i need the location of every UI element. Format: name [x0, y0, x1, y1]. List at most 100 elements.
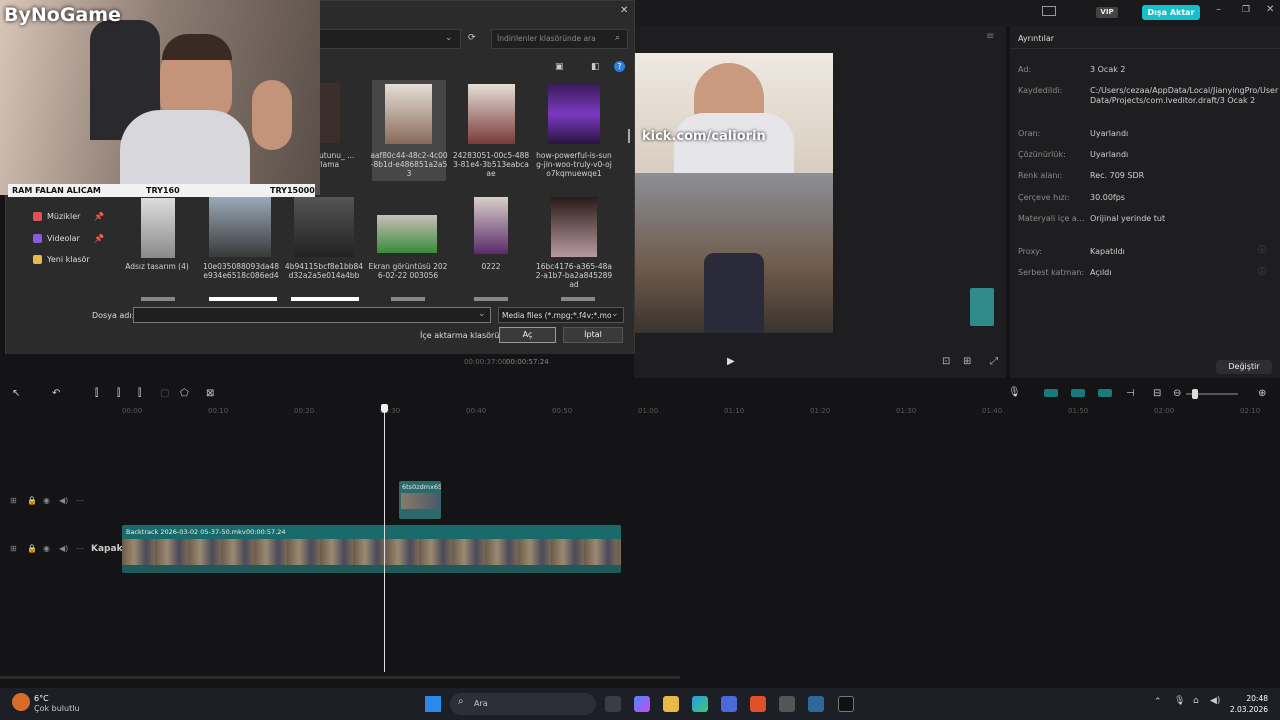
microphone-icon[interactable]: 🎙	[1008, 387, 1021, 398]
file-thumbnail[interactable]	[548, 84, 600, 144]
taskbar-search[interactable]: ⌕ Ara	[450, 693, 596, 715]
info-icon[interactable]: ⓘ	[1258, 266, 1266, 277]
file-explorer-icon[interactable]	[663, 696, 679, 712]
lock-icon[interactable]: 🔒	[27, 496, 37, 505]
nav-music[interactable]: Müzikler	[47, 212, 80, 221]
more-icon[interactable]: ⋯	[76, 544, 84, 553]
file-thumbnail[interactable]	[141, 198, 175, 258]
caption-icon[interactable]: ⊟	[1153, 388, 1161, 399]
app-icon[interactable]	[779, 696, 795, 712]
volume-icon[interactable]: ◀)	[1210, 696, 1220, 706]
overlay-clip[interactable]: 6ts0zdmx65	[399, 481, 441, 519]
weather-desc[interactable]: Çok bulutlu	[34, 704, 80, 713]
tray-chevron-icon[interactable]: ⌃	[1154, 697, 1162, 707]
maximize-icon[interactable]: ❐	[1242, 5, 1250, 15]
clock-time[interactable]: 20:48	[1228, 694, 1268, 703]
export-button[interactable]: Dışa Aktar	[1142, 5, 1200, 20]
cover-label[interactable]: Kapak	[91, 544, 123, 554]
fullscreen-icon[interactable]: ⤢	[990, 356, 998, 367]
file-thumbnail[interactable]	[551, 197, 597, 257]
chevron-down-icon[interactable]: ⌄	[611, 309, 619, 319]
playhead[interactable]	[384, 406, 386, 672]
zoom-in-icon[interactable]: ⊕	[1258, 388, 1266, 399]
mic-tray-icon[interactable]: 🎙	[1174, 696, 1185, 706]
track-add-icon[interactable]: ⊞	[10, 496, 17, 505]
track-add-icon[interactable]: ⊞	[10, 544, 17, 553]
lock-icon[interactable]: 🔒	[27, 544, 37, 553]
close-icon[interactable]: ✕	[1266, 4, 1274, 15]
cancel-button[interactable]: İptal	[563, 327, 623, 343]
eye-icon[interactable]: ◉	[43, 544, 50, 553]
scrollbar[interactable]	[628, 129, 630, 143]
menu-icon[interactable]: ≡	[986, 31, 994, 42]
network-icon[interactable]: ⌂	[1193, 696, 1199, 706]
preview-video[interactable]: kick.com/caliorin	[634, 53, 833, 333]
chevron-down-icon[interactable]: ⌄	[445, 33, 453, 43]
brave-icon[interactable]	[750, 696, 766, 712]
view-icon[interactable]: ▣	[555, 62, 564, 72]
delete-icon[interactable]: ▢	[160, 388, 169, 399]
undo-icon[interactable]: ↶	[52, 388, 60, 399]
weather-temp[interactable]: 6°C	[34, 694, 49, 703]
select-tool-icon[interactable]: ↖	[12, 388, 20, 399]
path-box[interactable]: ⌄	[316, 29, 461, 49]
search-icon[interactable]: ⌕	[615, 33, 620, 43]
nav-new-folder[interactable]: Yeni klasör	[47, 255, 90, 264]
split-icon[interactable]: ⫿	[95, 388, 98, 399]
weather-icon[interactable]	[12, 693, 30, 711]
search-box[interactable]: İndirilenler klasöründe ara ⌕	[491, 29, 628, 49]
copilot-icon[interactable]	[634, 696, 650, 712]
minimize-icon[interactable]: –	[1216, 4, 1221, 15]
file-thumbnail[interactable]	[294, 197, 354, 257]
play-icon[interactable]: ▶	[727, 356, 735, 367]
magnet-icon[interactable]	[1044, 389, 1058, 397]
nav-videos[interactable]: Videolar	[47, 234, 80, 243]
filename-input[interactable]: ⌄	[133, 307, 491, 323]
split-right-icon[interactable]: ⫿	[138, 388, 141, 399]
filetype-value: Media files (*.mpg;*.f4v;*.mov;	[502, 311, 619, 320]
vip-badge[interactable]: VIP	[1096, 7, 1118, 18]
open-button[interactable]: Aç	[499, 327, 556, 343]
audio-icon[interactable]: ◀)	[59, 496, 68, 505]
edge-icon[interactable]	[692, 696, 708, 712]
chevron-down-icon[interactable]: ⌄	[478, 309, 486, 319]
windows-start-icon[interactable]	[425, 696, 441, 712]
file-name: aaf80c44-48c2-4c00-8b1d-e486851a2a53	[370, 151, 448, 178]
info-icon[interactable]: ⓘ	[1258, 244, 1266, 255]
close-icon[interactable]: ✕	[620, 5, 628, 16]
split-left-icon[interactable]: ⫿	[117, 388, 120, 399]
scroll-handle[interactable]	[970, 288, 994, 326]
capcut-icon[interactable]	[838, 696, 854, 712]
ratio-icon[interactable]: ⊞	[963, 356, 971, 367]
fit-icon[interactable]: ⊡	[942, 356, 950, 367]
preview-axis-icon[interactable]	[1098, 389, 1112, 397]
more-icon[interactable]: ⋯	[76, 496, 84, 505]
audio-icon[interactable]: ◀)	[59, 544, 68, 553]
file-thumbnail[interactable]	[377, 215, 437, 253]
help-icon[interactable]: ?	[614, 61, 625, 72]
zoom-out-icon[interactable]: ⊖	[1173, 388, 1181, 399]
import-folder-label[interactable]: İçe aktarma klasörü	[420, 331, 499, 340]
file-thumbnail[interactable]	[209, 197, 271, 257]
store-icon[interactable]	[721, 696, 737, 712]
ticker-price: TRY160	[146, 186, 180, 195]
file-thumbnail[interactable]	[385, 84, 432, 144]
main-video-clip[interactable]: Backtrack 2026-03-02 05-37-50.mkv 00:00:…	[122, 525, 621, 573]
eye-icon[interactable]: ◉	[43, 496, 50, 505]
task-view-icon[interactable]	[605, 696, 621, 712]
crop-icon[interactable]: ⊠	[206, 388, 214, 399]
clock-date[interactable]: 2.03.2026	[1222, 705, 1268, 714]
marker-icon[interactable]: ⬠	[180, 388, 189, 399]
refresh-icon[interactable]: ⟳	[468, 33, 476, 43]
filetype-select[interactable]: Media files (*.mpg;*.f4v;*.mov; ⌄	[498, 307, 624, 323]
layout-icon[interactable]	[1042, 6, 1056, 16]
file-thumbnail[interactable]	[468, 84, 515, 144]
link-icon[interactable]	[1071, 389, 1085, 397]
align-icon[interactable]: ⊣	[1126, 388, 1135, 399]
preview-pane-icon[interactable]: ◧	[591, 62, 600, 72]
change-button[interactable]: Değiştir	[1216, 360, 1272, 374]
zoom-slider-handle[interactable]	[1192, 389, 1198, 399]
file-thumbnail[interactable]	[474, 197, 508, 254]
app-icon[interactable]	[808, 696, 824, 712]
timeline-scrollbar[interactable]	[0, 676, 680, 679]
